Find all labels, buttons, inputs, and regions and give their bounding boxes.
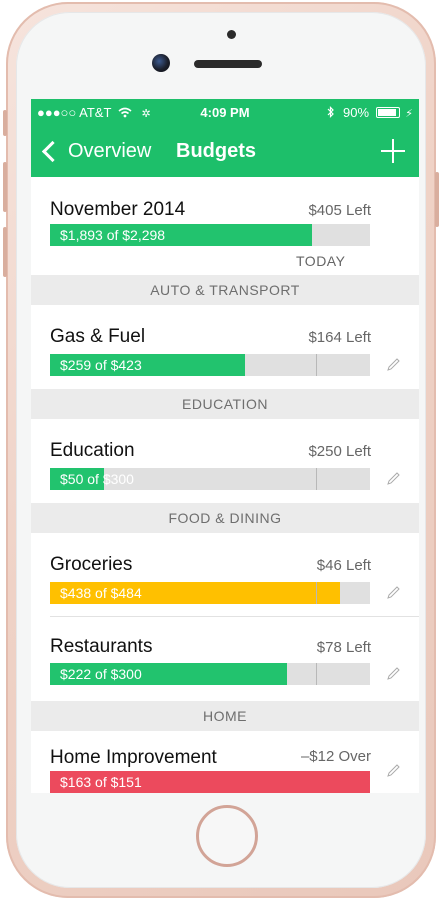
budget-name: Home Improvement [50, 747, 217, 768]
battery-percent: 90% [342, 105, 370, 120]
summary-title: November 2014 [50, 199, 186, 220]
budget-progress-bar: $438 of $484 [50, 582, 370, 604]
budget-progress-bar: $50 of $300 [50, 468, 370, 490]
budget-bar-text: $259 of $423 [60, 357, 142, 373]
volume-up-button [3, 162, 7, 212]
budget-bar-text: $222 of $300 [60, 666, 142, 682]
summary-row[interactable]: November 2014 $405 Left $1,893 of $2,298… [31, 177, 419, 275]
budget-progress-bar: $163 of $151 [50, 771, 370, 793]
summary-progress-bar: $1,893 of $2,298 [50, 224, 370, 246]
budget-row-education[interactable]: Education $250 Left $50 of $300 [31, 419, 419, 503]
budget-bar-text: $163 of $151 [60, 774, 142, 790]
navigation-bar: Overview Budgets [31, 125, 419, 177]
status-right: 90% ⚡ [327, 105, 413, 120]
section-header-home: HOME [31, 701, 419, 731]
battery-icon [375, 107, 400, 118]
budget-progress-bar: $259 of $423 [50, 354, 370, 376]
status-bar: ●●●○○ AT&T ✲ 4:09 PM 90% ⚡ [31, 99, 419, 125]
proximity-sensor [227, 30, 236, 39]
budget-left: $78 Left [316, 639, 371, 656]
charging-icon: ⚡ [405, 108, 413, 120]
budget-left: $164 Left [308, 329, 371, 346]
budget-bar-text: $438 of $484 [60, 585, 142, 601]
budget-row-home-improvement[interactable]: Home Improvement –$12 Over $163 of $151 [31, 731, 419, 793]
budget-name: Gas & Fuel [50, 326, 146, 347]
budget-left: $250 Left [308, 443, 371, 460]
budget-name: Groceries [50, 554, 133, 575]
section-header-auto-transport: AUTO & TRANSPORT [31, 275, 419, 305]
today-marker [316, 468, 317, 490]
home-button[interactable] [196, 805, 258, 867]
today-marker [316, 354, 317, 376]
today-label: TODAY [296, 253, 346, 269]
pencil-icon[interactable] [385, 471, 401, 487]
pencil-icon[interactable] [385, 357, 401, 373]
pencil-icon[interactable] [385, 585, 401, 601]
earpiece-speaker [194, 60, 262, 68]
budget-left: –$12 Over [300, 748, 371, 765]
section-header-food-dining: FOOD & DINING [31, 503, 419, 533]
budget-row-gas-fuel[interactable]: Gas & Fuel $164 Left $259 of $423 [31, 305, 419, 389]
volume-down-button [3, 227, 7, 277]
pencil-icon[interactable] [385, 666, 401, 682]
budget-name: Restaurants [50, 636, 153, 657]
power-button [435, 172, 439, 227]
pencil-icon[interactable] [385, 763, 401, 779]
budget-list: November 2014 $405 Left $1,893 of $2,298… [31, 177, 419, 793]
add-budget-button[interactable] [381, 139, 405, 163]
bluetooth-icon [327, 106, 335, 118]
today-marker [316, 663, 317, 685]
budget-name: Education [50, 440, 135, 461]
summary-left: $405 Left [308, 202, 371, 219]
front-camera [152, 54, 170, 72]
today-marker [316, 582, 317, 604]
app-screen: ●●●○○ AT&T ✲ 4:09 PM 90% ⚡ Overview Budg… [31, 99, 419, 793]
budget-progress-bar: $222 of $300 [50, 663, 370, 685]
summary-bar-text: $1,893 of $2,298 [60, 227, 166, 243]
budget-row-restaurants[interactable]: Restaurants $78 Left $222 of $300 [31, 617, 419, 701]
mute-switch [3, 110, 7, 136]
budget-row-groceries[interactable]: Groceries $46 Left $438 of $484 [31, 533, 419, 617]
budget-left: $46 Left [316, 557, 371, 574]
section-header-education: EDUCATION [31, 389, 419, 419]
budget-bar-text: $50 of $300 [60, 471, 134, 487]
page-title: Budgets [176, 140, 256, 162]
